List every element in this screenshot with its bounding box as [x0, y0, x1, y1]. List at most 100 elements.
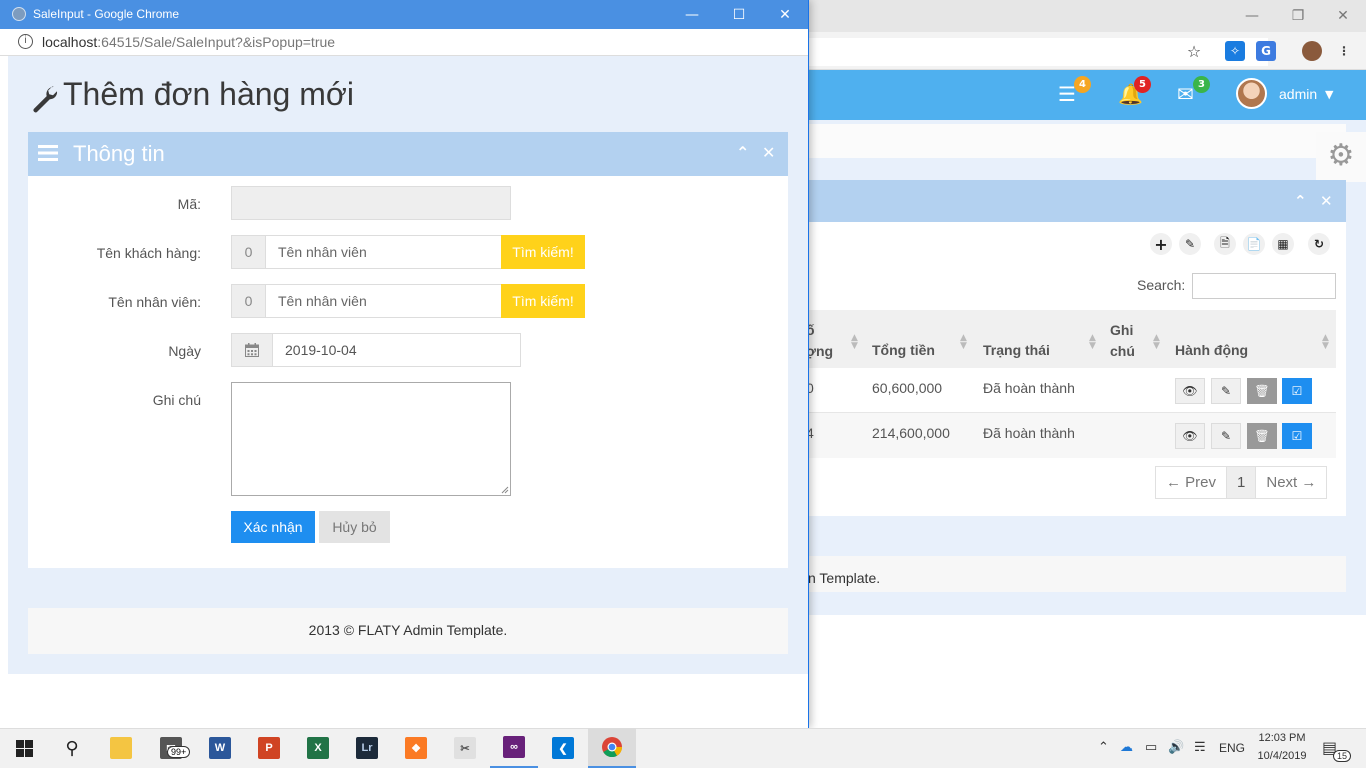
- volume-icon[interactable]: 🔊: [1168, 739, 1184, 755]
- url-host: localhost: [42, 34, 98, 50]
- background-footer: [808, 556, 1346, 592]
- check-square-icon[interactable]: ☑: [1282, 423, 1312, 449]
- tray-expand-icon[interactable]: ⌃: [1098, 739, 1109, 755]
- cell-total: 60,600,000: [872, 380, 943, 396]
- wrench-icon: [33, 86, 58, 113]
- lightroom-icon[interactable]: Lr: [343, 728, 391, 768]
- pager-next[interactable]: Next →: [1256, 467, 1326, 498]
- view-eye-icon[interactable]: 👁: [1175, 423, 1205, 449]
- popup-window-title: SaleInput - Google Chrome: [33, 7, 180, 21]
- mail-badge: 99+: [167, 746, 191, 758]
- calendar-glyph: [245, 343, 259, 357]
- user-menu-name[interactable]: admin: [1279, 86, 1317, 102]
- sort-icon[interactable]: ▲ ▼: [851, 334, 858, 351]
- cancel-button[interactable]: Hủy bỏ: [319, 511, 390, 543]
- windows-start-icon[interactable]: [0, 728, 48, 768]
- employee-id-addon: 0: [231, 284, 266, 318]
- powerpoint-icon[interactable]: P: [245, 728, 293, 768]
- restore-icon[interactable]: ❐: [1275, 0, 1321, 32]
- note-textarea[interactable]: [231, 382, 511, 496]
- column-header-actions[interactable]: Hành động: [1175, 342, 1248, 358]
- add-icon[interactable]: +: [1150, 233, 1172, 255]
- wifi-icon[interactable]: ☴: [1194, 739, 1206, 755]
- customer-search-button[interactable]: Tìm kiếm!: [501, 235, 585, 269]
- sort-icon[interactable]: ▲ ▼: [960, 334, 967, 351]
- caret-down-icon[interactable]: ▼: [1325, 88, 1333, 101]
- extension-icon[interactable]: ✧: [1225, 41, 1245, 61]
- minimize-icon[interactable]: —: [1229, 0, 1275, 32]
- close-box-icon[interactable]: ✕: [1320, 192, 1333, 210]
- minimize-icon[interactable]: —: [669, 0, 715, 29]
- pager-prev[interactable]: ← Prev: [1156, 467, 1226, 498]
- column-header-qty[interactable]: ố ợng: [806, 320, 833, 362]
- resize-handle-icon[interactable]: [501, 486, 509, 494]
- chrome-icon[interactable]: [588, 728, 636, 768]
- background-footer-text: n Template.: [808, 570, 881, 586]
- cell-total: 214,600,000: [872, 425, 950, 441]
- avatar[interactable]: [1236, 78, 1267, 109]
- close-icon[interactable]: ✕: [1320, 0, 1366, 32]
- translate-icon[interactable]: G: [1256, 41, 1276, 61]
- xampp-icon[interactable]: ❖: [392, 728, 440, 768]
- file-explorer-icon[interactable]: [97, 728, 145, 768]
- battery-icon[interactable]: ▭: [1145, 739, 1157, 755]
- chevron-up-icon[interactable]: ⌃: [736, 143, 749, 162]
- menu-bars-icon: [38, 145, 58, 161]
- customer-name-input[interactable]: Tên nhân viên: [265, 235, 502, 269]
- close-box-icon[interactable]: ✕: [762, 143, 775, 162]
- edit-icon[interactable]: ✎: [1211, 378, 1241, 404]
- view-eye-icon[interactable]: 👁: [1175, 378, 1205, 404]
- pager-page-1[interactable]: 1: [1226, 467, 1257, 498]
- folder-tile: [110, 737, 132, 759]
- chrome-logo: [602, 737, 623, 758]
- pdf-icon[interactable]: 🗎: [1214, 233, 1236, 255]
- submit-button[interactable]: Xác nhận: [231, 511, 315, 543]
- close-icon[interactable]: ✕: [762, 0, 808, 29]
- tasks-badge: 4: [1074, 76, 1091, 93]
- column-header-total[interactable]: Tổng tiền: [872, 342, 935, 358]
- info-icon[interactable]: i: [18, 34, 33, 49]
- envelope-icon[interactable]: ✉: [1177, 82, 1194, 106]
- sort-icon[interactable]: ▲ ▼: [1153, 334, 1160, 351]
- breadcrumb: [808, 124, 1346, 158]
- chrome-menu-icon[interactable]: ⋮: [1334, 41, 1354, 61]
- search-label: Search:: [1137, 277, 1186, 293]
- excel-icon[interactable]: X: [294, 728, 342, 768]
- visual-studio-icon[interactable]: ∞: [490, 728, 538, 768]
- ma-input[interactable]: [231, 186, 511, 220]
- clock-time[interactable]: 12:03 PM: [1252, 732, 1312, 744]
- trash-icon[interactable]: 🗑: [1247, 423, 1277, 449]
- vscode-tile: ❮: [552, 737, 574, 759]
- customer-label: Tên khách hàng:: [96, 245, 201, 261]
- popup-url[interactable]: localhost:64515/Sale/SaleInput?&isPopup=…: [42, 34, 335, 50]
- collapse-icon[interactable]: ⌃: [1294, 192, 1307, 210]
- check-square-icon[interactable]: ☑: [1282, 378, 1312, 404]
- sort-icon[interactable]: ▲ ▼: [1322, 334, 1329, 351]
- edit-icon[interactable]: ✎: [1179, 233, 1201, 255]
- gears-icon[interactable]: ⚙: [1316, 132, 1366, 182]
- column-header-note[interactable]: Ghi chú: [1110, 320, 1135, 362]
- word-icon[interactable]: W: [196, 728, 244, 768]
- search-input[interactable]: [1192, 273, 1336, 299]
- edit-icon[interactable]: ✎: [1211, 423, 1241, 449]
- date-input[interactable]: 2019-10-04: [272, 333, 521, 367]
- snipping-tool-icon[interactable]: ✂: [441, 728, 489, 768]
- trash-icon[interactable]: 🗑: [1247, 378, 1277, 404]
- language-indicator[interactable]: ENG: [1219, 741, 1245, 755]
- search-icon[interactable]: ⚲: [48, 728, 96, 768]
- file-text-icon[interactable]: 📄: [1243, 233, 1265, 255]
- clock-date[interactable]: 10/4/2019: [1252, 750, 1312, 762]
- sort-icon[interactable]: ▲ ▼: [1089, 334, 1096, 351]
- employee-search-button[interactable]: Tìm kiếm!: [501, 284, 585, 318]
- onedrive-icon[interactable]: ☁: [1120, 739, 1133, 755]
- maximize-icon[interactable]: ☐: [716, 0, 762, 29]
- profile-icon[interactable]: [1302, 41, 1322, 61]
- column-header-status[interactable]: Trạng thái: [983, 342, 1050, 358]
- refresh-icon[interactable]: ↻: [1308, 233, 1330, 255]
- vscode-icon[interactable]: ❮: [539, 728, 587, 768]
- bookmark-star-icon[interactable]: ☆: [1184, 41, 1204, 61]
- table-icon[interactable]: ▦: [1272, 233, 1294, 255]
- employee-name-input[interactable]: Tên nhân viên: [265, 284, 502, 318]
- calendar-icon[interactable]: [231, 333, 273, 367]
- snipping-tile: ✂: [454, 737, 476, 759]
